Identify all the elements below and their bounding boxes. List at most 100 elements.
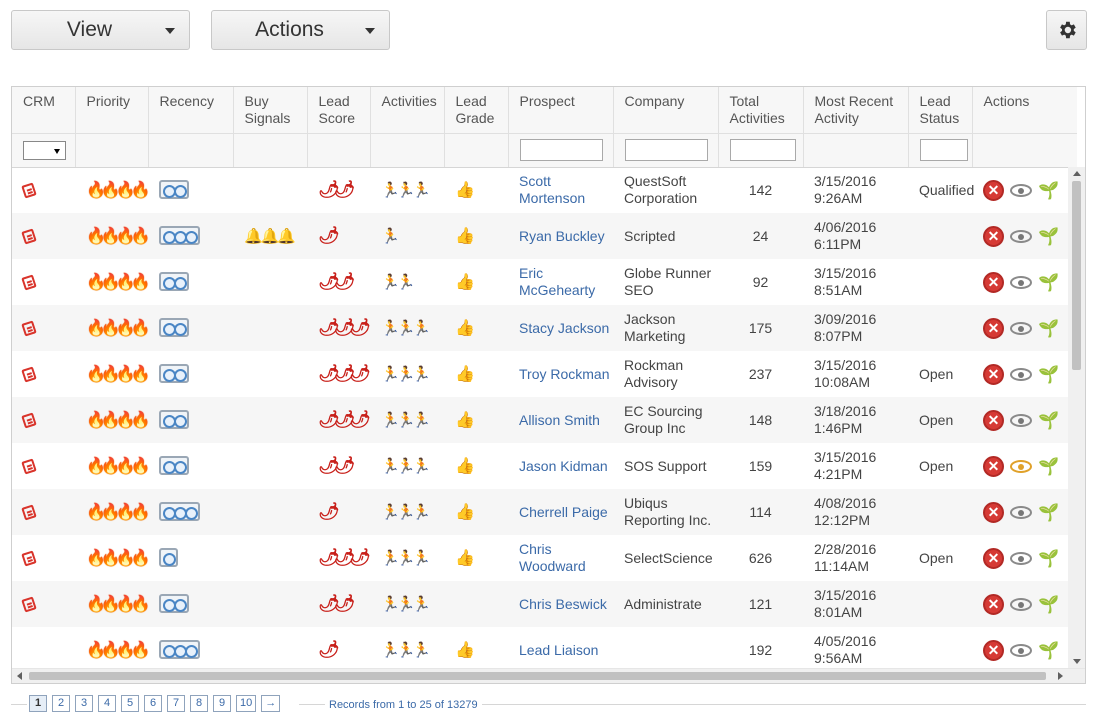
scroll-left-icon[interactable] [17,672,22,680]
table-row[interactable]: 🔥🔥🔥🔥 🔔🔔🔔 🌶 🏃 👍 Ryan Buckley Scripted 24 4/06/201… [12,213,1077,259]
lead-status-filter-input[interactable] [919,139,968,161]
settings-button[interactable] [1046,10,1087,50]
page-button[interactable]: 6 [144,695,162,712]
col-header-crm[interactable]: CRM [12,87,76,134]
delete-icon[interactable]: ✕ [983,225,1004,247]
crm-sync-icon[interactable] [21,319,37,337]
page-button[interactable]: 10 [236,695,257,712]
col-header-prospect[interactable]: Prospect [508,87,614,134]
crm-sync-icon[interactable] [21,549,37,567]
prospect-link[interactable]: Allison Smith [519,412,600,428]
crm-sync-icon[interactable] [21,503,37,521]
prospect-link[interactable]: Chris Beswick [519,596,607,612]
table-row[interactable]: 🔥🔥🔥🔥 🌶🌶🌶 🏃🏃🏃 👍 Troy Rockman Rockman Advisory 2… [12,351,1077,397]
crm-sync-icon[interactable] [21,182,37,199]
nurture-plant-icon[interactable]: 🌱 [1038,228,1059,245]
horizontal-scrollbar[interactable] [12,668,1085,683]
eye-icon[interactable] [1010,367,1032,381]
nurture-plant-icon[interactable]: 🌱 [1038,274,1059,291]
nurture-plant-icon[interactable]: 🌱 [1038,642,1059,659]
crm-sync-icon[interactable] [21,227,37,245]
page-button[interactable]: 5 [121,695,139,712]
nurture-plant-icon[interactable]: 🌱 [1038,458,1059,475]
prospect-link[interactable]: Ryan Buckley [519,228,605,244]
delete-icon[interactable]: ✕ [983,547,1004,569]
eye-icon[interactable] [1010,183,1032,197]
crm-sync-icon[interactable] [21,411,37,429]
eye-icon[interactable] [1010,597,1032,611]
crm-sync-icon[interactable] [21,273,37,291]
delete-icon[interactable]: ✕ [983,179,1004,201]
delete-icon[interactable]: ✕ [983,501,1004,523]
page-button[interactable]: 2 [52,695,70,712]
delete-icon[interactable]: ✕ [983,639,1004,661]
col-header-activities[interactable]: Activities [370,87,445,134]
scroll-down-icon[interactable] [1073,659,1081,664]
eye-icon[interactable] [1010,643,1032,657]
delete-icon[interactable]: ✕ [983,271,1004,293]
col-header-most-recent-activity[interactable]: Most Recent Activity [803,87,909,134]
table-row[interactable]: 🔥🔥🔥🔥 🌶 🏃🏃🏃 👍 Lead Liaison 192 4/05/2016 9:56AM… [12,627,1077,673]
page-button[interactable]: 7 [167,695,185,712]
view-dropdown-button[interactable]: View [11,10,190,50]
table-row[interactable]: 🔥🔥🔥🔥 🌶 🏃🏃🏃 👍 Cherrell Paige Ubiqus Reporting … [12,489,1077,535]
company-filter-input[interactable] [624,139,708,161]
col-header-priority[interactable]: Priority [75,87,149,134]
table-row[interactable]: 🔥🔥🔥🔥 🌶🌶 🏃🏃🏃 👍 Jason Kidman SOS Support 159 3/15… [12,443,1077,489]
horizontal-scroll-thumb[interactable] [29,672,1046,680]
eye-icon[interactable] [1010,505,1032,519]
vertical-scrollbar[interactable] [1068,167,1085,668]
crm-filter-select[interactable] [23,140,66,160]
nurture-plant-icon[interactable]: 🌱 [1038,182,1059,199]
table-row[interactable]: 🔥🔥🔥🔥 🌶🌶🌶 🏃🏃🏃 👍 Allison Smith EC Sourcing Grou… [12,397,1077,443]
delete-icon[interactable]: ✕ [983,317,1004,339]
col-header-buy-signals[interactable]: Buy Signals [233,87,308,134]
prospect-link[interactable]: Stacy Jackson [519,320,609,336]
prospect-link[interactable]: Eric McGehearty [519,265,595,298]
prospect-link[interactable]: Lead Liaison [519,642,598,658]
prospect-link[interactable]: Scott Mortenson [519,173,585,206]
col-header-company[interactable]: Company [613,87,719,134]
crm-sync-icon[interactable] [21,457,37,475]
table-row[interactable]: 🔥🔥🔥🔥 🌶🌶🌶 🏃🏃🏃 👍 Stacy Jackson Jackson Marketin… [12,305,1077,351]
col-header-recency[interactable]: Recency [148,87,234,134]
nurture-plant-icon[interactable]: 🌱 [1038,504,1059,521]
col-header-total-activities[interactable]: Total Activities [718,87,804,134]
col-header-lead-grade[interactable]: Lead Grade [444,87,509,134]
nurture-plant-icon[interactable]: 🌱 [1038,366,1059,383]
nurture-plant-icon[interactable]: 🌱 [1038,320,1059,337]
col-header-lead-status[interactable]: Lead Status [908,87,973,134]
prospect-link[interactable]: Troy Rockman [519,366,610,382]
page-button[interactable]: 1 [29,695,47,712]
next-page-button[interactable]: → [261,695,281,712]
nurture-plant-icon[interactable]: 🌱 [1038,596,1059,613]
table-row[interactable]: 🔥🔥🔥🔥 🌶🌶 🏃🏃🏃 Chris Beswick Administrate 121 3/1… [12,581,1077,627]
eye-icon[interactable] [1010,275,1032,289]
table-row[interactable]: 🔥🔥🔥🔥 🌶🌶 🏃🏃🏃 👍 Scott Mortenson QuestSoft Corpo… [12,167,1077,213]
eye-icon[interactable] [1010,229,1032,243]
vertical-scroll-thumb[interactable] [1072,181,1081,370]
eye-icon[interactable] [1010,321,1032,335]
table-row[interactable]: 🔥🔥🔥🔥 🌶🌶🌶 🏃🏃🏃 👍 Chris Woodward SelectScience 62… [12,535,1077,581]
crm-sync-icon[interactable] [21,365,37,383]
page-button[interactable]: 8 [190,695,208,712]
prospect-link[interactable]: Chris Woodward [519,541,586,574]
eye-icon[interactable] [1010,413,1032,427]
prospect-link[interactable]: Jason Kidman [519,458,608,474]
delete-icon[interactable]: ✕ [983,593,1004,615]
nurture-plant-icon[interactable]: 🌱 [1038,412,1059,429]
page-button[interactable]: 9 [213,695,231,712]
scroll-right-icon[interactable] [1058,672,1063,680]
total-activities-filter-input[interactable] [729,139,796,161]
col-header-lead-score[interactable]: Lead Score [307,87,371,134]
actions-dropdown-button[interactable]: Actions [211,10,390,50]
crm-sync-icon[interactable] [21,595,37,613]
prospect-filter-input[interactable] [519,139,603,161]
nurture-plant-icon[interactable]: 🌱 [1038,550,1059,567]
eye-icon[interactable] [1010,551,1032,565]
scroll-up-icon[interactable] [1073,171,1081,176]
delete-icon[interactable]: ✕ [983,363,1004,385]
delete-icon[interactable]: ✕ [983,409,1004,431]
page-button[interactable]: 3 [75,695,93,712]
table-row[interactable]: 🔥🔥🔥🔥 🌶🌶 🏃🏃 👍 Eric McGehearty Globe Runner SEO… [12,259,1077,305]
